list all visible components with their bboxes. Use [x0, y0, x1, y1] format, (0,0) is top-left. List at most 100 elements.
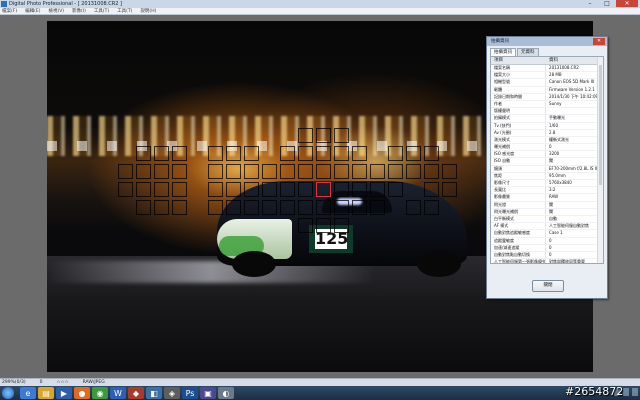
- row-item: 加速/減速追蹤: [494, 244, 520, 250]
- row-item: 影像尺寸: [494, 180, 510, 185]
- taskbar: e ▤ ▶ ● ◉ W ◆ ◧ ◈ Ps ▣ ◐: [0, 386, 640, 400]
- tab-metadata[interactable]: 元資料: [517, 48, 539, 56]
- tray-icon[interactable]: [623, 388, 629, 396]
- af-point: [406, 182, 421, 197]
- app3-icon[interactable]: ▣: [200, 387, 216, 399]
- af-point: [190, 200, 205, 215]
- af-point: [370, 200, 385, 215]
- tab-shooting-info[interactable]: 拍攝資訊: [490, 48, 516, 56]
- af-point: [280, 164, 295, 179]
- menu-item-tools[interactable]: 工具(T): [94, 8, 109, 14]
- row-value: 2014/1/30 下午 10:42:09: [545, 93, 603, 100]
- af-point: [442, 164, 457, 179]
- media-icon[interactable]: ▶: [56, 387, 72, 399]
- af-point: [208, 182, 223, 197]
- af-point: [208, 128, 223, 143]
- af-point: [424, 200, 439, 215]
- af-point: [172, 164, 187, 179]
- table-row: 測光模式 權衡式測光: [491, 136, 603, 145]
- table-row: 白平衡模式 自動: [491, 215, 603, 224]
- dialog-ok-button[interactable]: 關閉: [532, 280, 564, 292]
- start-button[interactable]: [2, 387, 14, 399]
- af-point: [244, 182, 259, 197]
- chrome-icon[interactable]: ◉: [92, 387, 108, 399]
- ie-icon[interactable]: e: [20, 387, 36, 399]
- row-value: 關: [545, 201, 603, 208]
- dialog-close-button[interactable]: ✕: [593, 38, 605, 45]
- dpp-icon[interactable]: ◈: [164, 387, 180, 399]
- info-table: 項目 資料 檔案名稱 20131008.CR2 檔案大小 28 MB 相機型號 Canon…: [490, 56, 604, 264]
- photoshop-icon[interactable]: Ps: [182, 387, 198, 399]
- af-point: [208, 164, 223, 179]
- menu-item-image[interactable]: 影像(I): [72, 8, 86, 14]
- app4-icon[interactable]: ◐: [218, 387, 234, 399]
- af-point: [154, 128, 169, 143]
- row-value: 3:2: [545, 187, 603, 194]
- table-row: Tv (快門) 1/60: [491, 122, 603, 130]
- table-row: 版權聲明: [491, 108, 603, 116]
- af-point: [388, 128, 403, 143]
- af-point: [154, 218, 169, 233]
- maximize-button[interactable]: □: [599, 0, 615, 7]
- table-row: 影像尺寸 5760x3840: [491, 180, 603, 188]
- table-row: 自動對焦點自動切換 0: [491, 251, 603, 260]
- row-item: 長寬比: [494, 187, 506, 193]
- row-value: 28 MB: [545, 72, 603, 79]
- row-item: 鏡頭: [494, 165, 502, 171]
- app2-icon[interactable]: ◧: [146, 387, 162, 399]
- table-row: 影像畫質 RAW: [491, 194, 603, 202]
- af-point: [154, 182, 169, 197]
- row-value: 0: [545, 237, 603, 244]
- row-value: 0: [545, 144, 603, 151]
- table-row: 閃光曝光補償 關: [491, 208, 603, 216]
- af-point: [334, 146, 349, 161]
- af-point: [226, 128, 241, 143]
- scrollbar-thumb[interactable]: [599, 65, 602, 185]
- row-item: 測光模式: [494, 136, 510, 142]
- table-row: 相機型號 Canon EOS 5D Mark III: [491, 79, 603, 87]
- af-point-selected: [316, 182, 331, 197]
- menu-item-tools-2[interactable]: 工具(T): [117, 8, 132, 14]
- office-icon[interactable]: W: [110, 387, 126, 399]
- close-button[interactable]: ✕: [616, 0, 638, 7]
- row-item: 檔案名稱: [494, 65, 510, 70]
- row-value: 95.0mm: [545, 172, 603, 179]
- row-item: 版權聲明: [494, 108, 510, 114]
- af-point: [334, 128, 349, 143]
- minimize-button[interactable]: –: [582, 0, 598, 7]
- af-point: [370, 146, 385, 161]
- menu-item-help[interactable]: 說明(H): [140, 8, 156, 14]
- af-point: [388, 218, 403, 233]
- af-point: [154, 164, 169, 179]
- app-icon[interactable]: ◆: [128, 387, 144, 399]
- tray-icon[interactable]: [632, 388, 638, 396]
- folder-icon[interactable]: ▤: [38, 387, 54, 399]
- row-item: 人工智能伺服第一張影像優先: [494, 259, 546, 264]
- af-point: [280, 128, 295, 143]
- af-point: [118, 146, 133, 161]
- af-point: [442, 182, 457, 197]
- af-point: [190, 164, 205, 179]
- table-scrollbar[interactable]: [597, 57, 603, 263]
- taskbar-icons: e ▤ ▶ ● ◉ W ◆ ◧ ◈ Ps ▣ ◐: [20, 387, 234, 399]
- af-point: [262, 182, 277, 197]
- row-value: 人工智能伺服自動對焦: [545, 223, 603, 230]
- firefox-icon[interactable]: ●: [74, 387, 90, 399]
- rating-stars[interactable]: ☆☆☆: [57, 379, 69, 386]
- table-row: 韌體 Firmware Version 1.2.1: [491, 86, 603, 94]
- af-point: [370, 128, 385, 143]
- af-point: [424, 146, 439, 161]
- af-point: [226, 218, 241, 233]
- af-point: [316, 218, 331, 233]
- af-point: [244, 200, 259, 215]
- menu-item-edit[interactable]: 編輯(E): [25, 8, 40, 14]
- af-point: [316, 200, 331, 215]
- table-row: 追蹤靈敏度 0: [491, 237, 603, 245]
- row-item: Tv (快門): [494, 122, 512, 128]
- af-point: [190, 128, 205, 143]
- watermark-text: #2654872: [565, 385, 624, 398]
- row-item: 自動對焦點自動切換: [494, 251, 530, 257]
- menu-item-view[interactable]: 檢視(V): [48, 8, 64, 14]
- menu-item-file[interactable]: 檔案(F): [2, 8, 17, 14]
- status-bar: 299%(0/3) 0 ☆☆☆ RAW/JPEG: [0, 378, 640, 386]
